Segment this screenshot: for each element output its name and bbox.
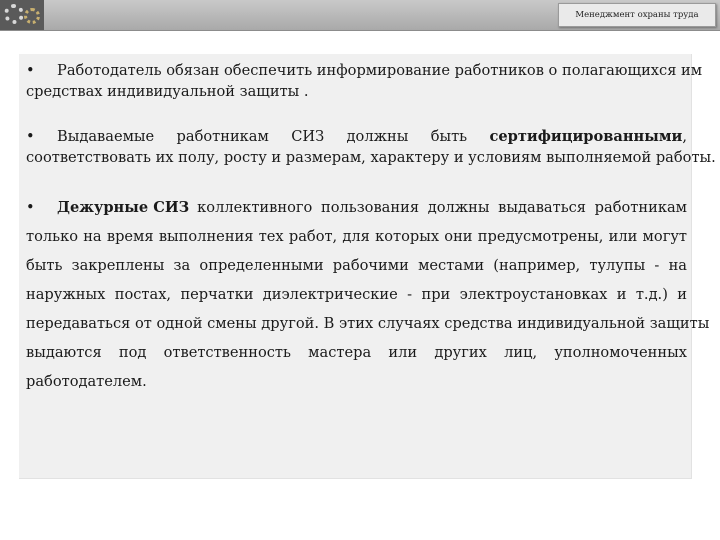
gear-logo-icon bbox=[4, 4, 24, 24]
paragraph-1-line-1: Работодатель обязан обеспечить информиро… bbox=[57, 62, 703, 79]
bullet: • bbox=[26, 62, 35, 79]
paragraph-3-line-3-text: быть закреплены за определенными рабочим… bbox=[26, 257, 687, 274]
paragraph-3-line-4: наружных постах, перчатки диэлектрически… bbox=[26, 280, 687, 309]
paragraph-3-line-1-text: коллективного пользования должны выдават… bbox=[197, 199, 687, 216]
bullet: • bbox=[26, 199, 35, 216]
logo bbox=[0, 0, 44, 30]
bold-term: Дежурные СИЗ bbox=[57, 199, 190, 216]
header-badge: Менеджмент охраны труда bbox=[558, 3, 716, 27]
bullet: • bbox=[26, 128, 35, 145]
paragraph-3-line-1: • Дежурные СИЗ коллективного пользования… bbox=[26, 193, 687, 222]
paragraph-2-line-1: • Выдаваемые работникам СИЗ должны быть с… bbox=[26, 126, 687, 147]
paragraph-3-line-7-text: работодателем. bbox=[26, 373, 147, 390]
word: работникам bbox=[176, 128, 269, 145]
header-badge-text: Менеджмент охраны труда bbox=[575, 10, 699, 20]
paragraph-3-line-5: передаваться от одной смены другой. В эт… bbox=[26, 309, 709, 338]
paragraph-3-line-7: работодателем. bbox=[26, 367, 687, 396]
word: лиц, bbox=[504, 344, 538, 361]
paragraph-3-line-5-text: передаваться от одной смены другой. В эт… bbox=[26, 315, 710, 332]
content-panel: • Работодатель обязан обеспечить информир… bbox=[19, 54, 716, 479]
small-gear-icon bbox=[24, 8, 40, 24]
paragraph-2-line-2-text: соответствовать их полу, росту и размера… bbox=[26, 149, 716, 166]
paragraph-1-line-2: средствах индивидуальной защиты . bbox=[26, 83, 309, 100]
paragraph-1: • Работодатель обязан обеспечить информир… bbox=[26, 60, 702, 102]
word: уполномоченных bbox=[554, 344, 687, 361]
paragraph-3: • Дежурные СИЗ коллективного пользования… bbox=[26, 193, 709, 396]
paragraph-2: • Выдаваемые работникам СИЗ должны быть с… bbox=[26, 126, 716, 168]
word: Выдаваемые bbox=[57, 128, 155, 145]
word: выдаются bbox=[26, 344, 102, 361]
paragraph-3-line-6: выдаются под ответственность мастера или… bbox=[26, 338, 687, 367]
word: мастера bbox=[308, 344, 372, 361]
word: других bbox=[434, 344, 487, 361]
paragraph-3-line-4-text: наружных постах, перчатки диэлектрически… bbox=[26, 286, 687, 303]
word: ответственность bbox=[163, 344, 291, 361]
paragraph-2-line-2: соответствовать их полу, росту и размера… bbox=[26, 147, 716, 168]
word: или bbox=[388, 344, 418, 361]
paragraph-3-line-2: только на время выполнения тех работ, дл… bbox=[26, 222, 687, 251]
bold-term: сертифицированными bbox=[489, 128, 683, 145]
paragraph-3-line-2-text: только на время выполнения тех работ, дл… bbox=[26, 228, 687, 245]
word: СИЗ bbox=[291, 128, 325, 145]
word: должны bbox=[346, 128, 409, 145]
paragraph-3-line-3: быть закреплены за определенными рабочим… bbox=[26, 251, 687, 280]
word: под bbox=[118, 344, 147, 361]
word: быть bbox=[430, 128, 468, 145]
punctuation: , bbox=[682, 128, 687, 145]
header-bar: Менеджмент охраны труда bbox=[0, 0, 720, 31]
